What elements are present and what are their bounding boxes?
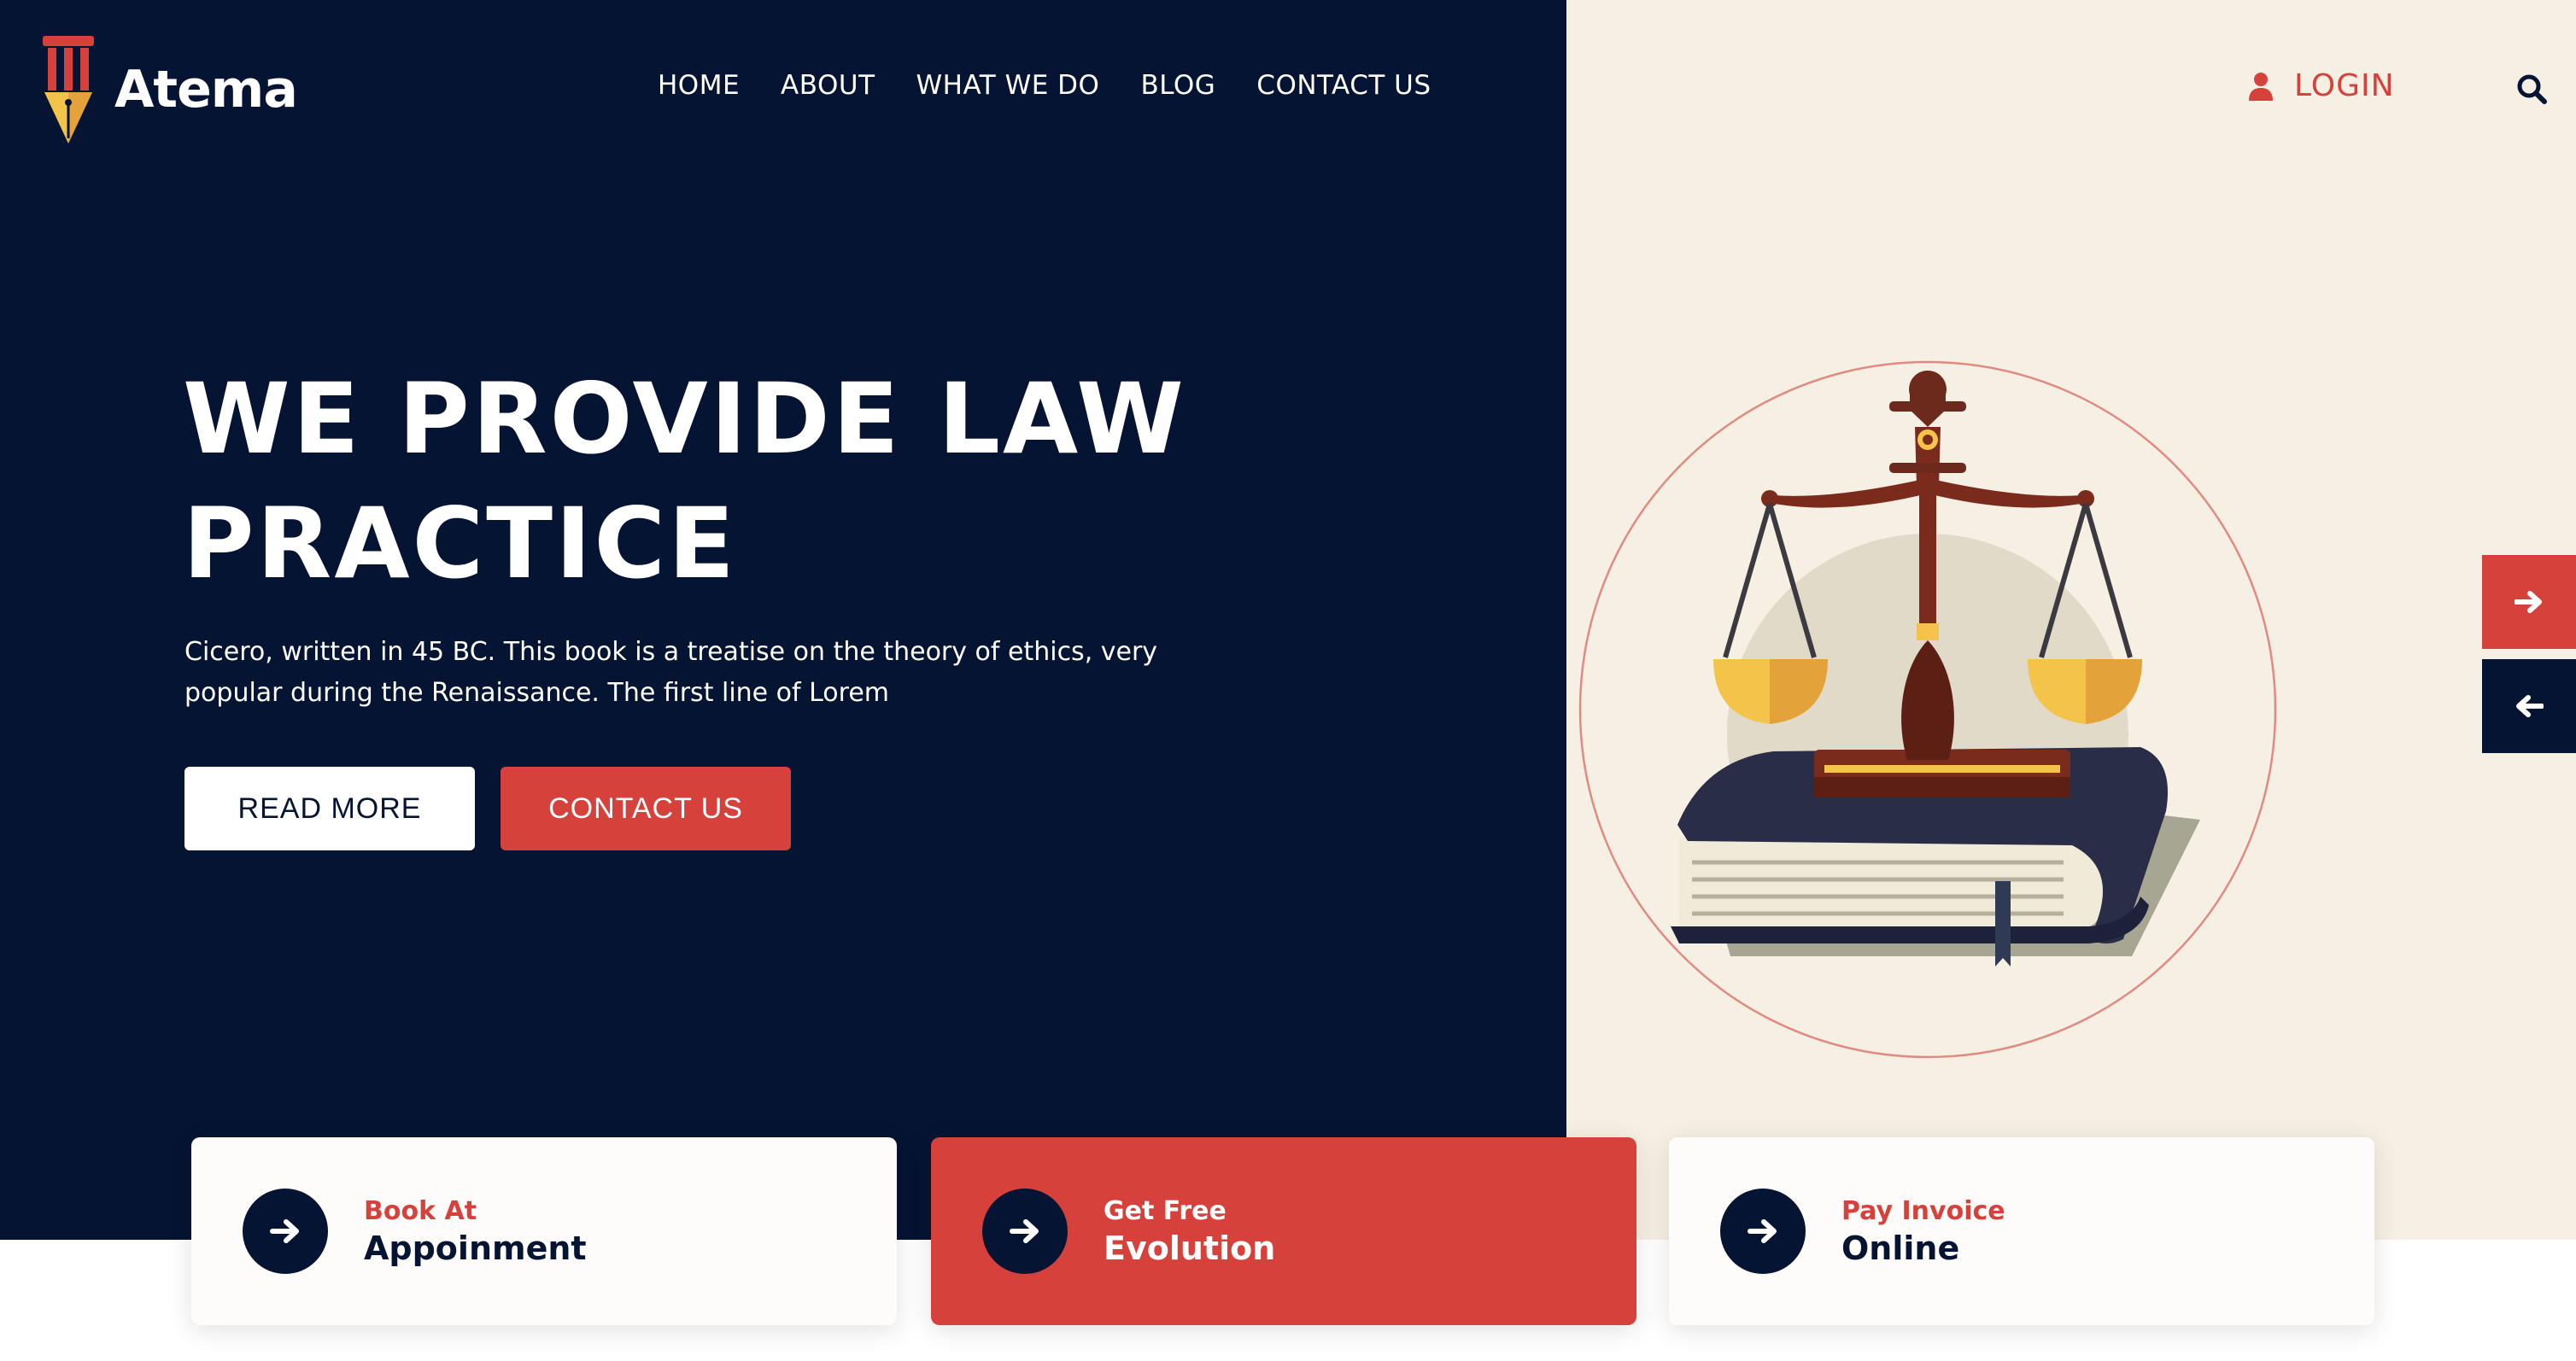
login-label: LOGIN (2294, 68, 2395, 103)
scales-of-justice-illustration (1578, 360, 2277, 1059)
hero-description-line-2: popular during the Renaissance. The firs… (184, 678, 890, 708)
card-title: Appoinment (364, 1229, 587, 1267)
book-appointment-card[interactable]: Book At Appoinment (191, 1137, 897, 1325)
page: Atema HOME ABOUT WHAT WE DO BLOG CONTACT… (0, 0, 2576, 1361)
card-subtitle: Pay Invoice (1841, 1195, 2005, 1226)
pen-column-logo-icon (43, 36, 94, 143)
card-text: Pay Invoice Online (1841, 1196, 2005, 1267)
slider-prev-button[interactable] (2482, 659, 2576, 753)
arrow-right-icon (1010, 1219, 1039, 1243)
card-title: Evolution (1104, 1229, 1276, 1267)
login-link[interactable]: LOGIN (2248, 68, 2395, 103)
card-subtitle: Book At (364, 1195, 477, 1226)
brand-name: Atema (114, 60, 298, 120)
hero-title-line-1: WE PROVIDE LAW (183, 362, 1186, 476)
card-subtitle: Get Free (1104, 1195, 1227, 1226)
card-arrow-button[interactable] (243, 1189, 328, 1274)
hero-title-line-2: PRACTICE (183, 487, 737, 600)
hero-title: WE PROVIDE LAW PRACTICE (183, 357, 1293, 606)
card-text: Book At Appoinment (364, 1196, 587, 1267)
nav-about[interactable]: ABOUT (781, 70, 875, 101)
pay-invoice-card[interactable]: Pay Invoice Online (1669, 1137, 2374, 1325)
free-evaluation-card[interactable]: Get Free Evolution (931, 1137, 1636, 1325)
read-more-button[interactable]: READ MORE (184, 767, 475, 850)
main-navigation: HOME ABOUT WHAT WE DO BLOG CONTACT US (658, 70, 1431, 101)
card-arrow-button[interactable] (982, 1189, 1068, 1274)
slider-next-button[interactable] (2482, 555, 2576, 649)
user-icon (2249, 72, 2273, 101)
hero-description-line-1: Cicero, written in 45 BC. This book is a… (184, 637, 1158, 667)
search-icon[interactable] (2516, 73, 2547, 104)
hero-dark-background (0, 0, 1566, 1240)
nav-what-we-do[interactable]: WHAT WE DO (916, 70, 1100, 101)
nav-home[interactable]: HOME (658, 70, 740, 101)
arrow-right-icon (270, 1219, 299, 1243)
arrow-right-icon (1748, 1219, 1777, 1243)
card-arrow-button[interactable] (1720, 1189, 1806, 1274)
nav-blog[interactable]: BLOG (1140, 70, 1215, 101)
arrow-right-icon (2515, 591, 2542, 613)
card-text: Get Free Evolution (1104, 1196, 1275, 1267)
brand-logo[interactable]: Atema (38, 32, 298, 147)
contact-us-button[interactable]: CONTACT US (501, 767, 791, 850)
card-title: Online (1841, 1229, 1960, 1267)
arrow-left-icon (2516, 695, 2544, 717)
hero-description: Cicero, written in 45 BC. This book is a… (184, 632, 1244, 714)
nav-contact-us[interactable]: CONTACT US (1256, 70, 1431, 101)
